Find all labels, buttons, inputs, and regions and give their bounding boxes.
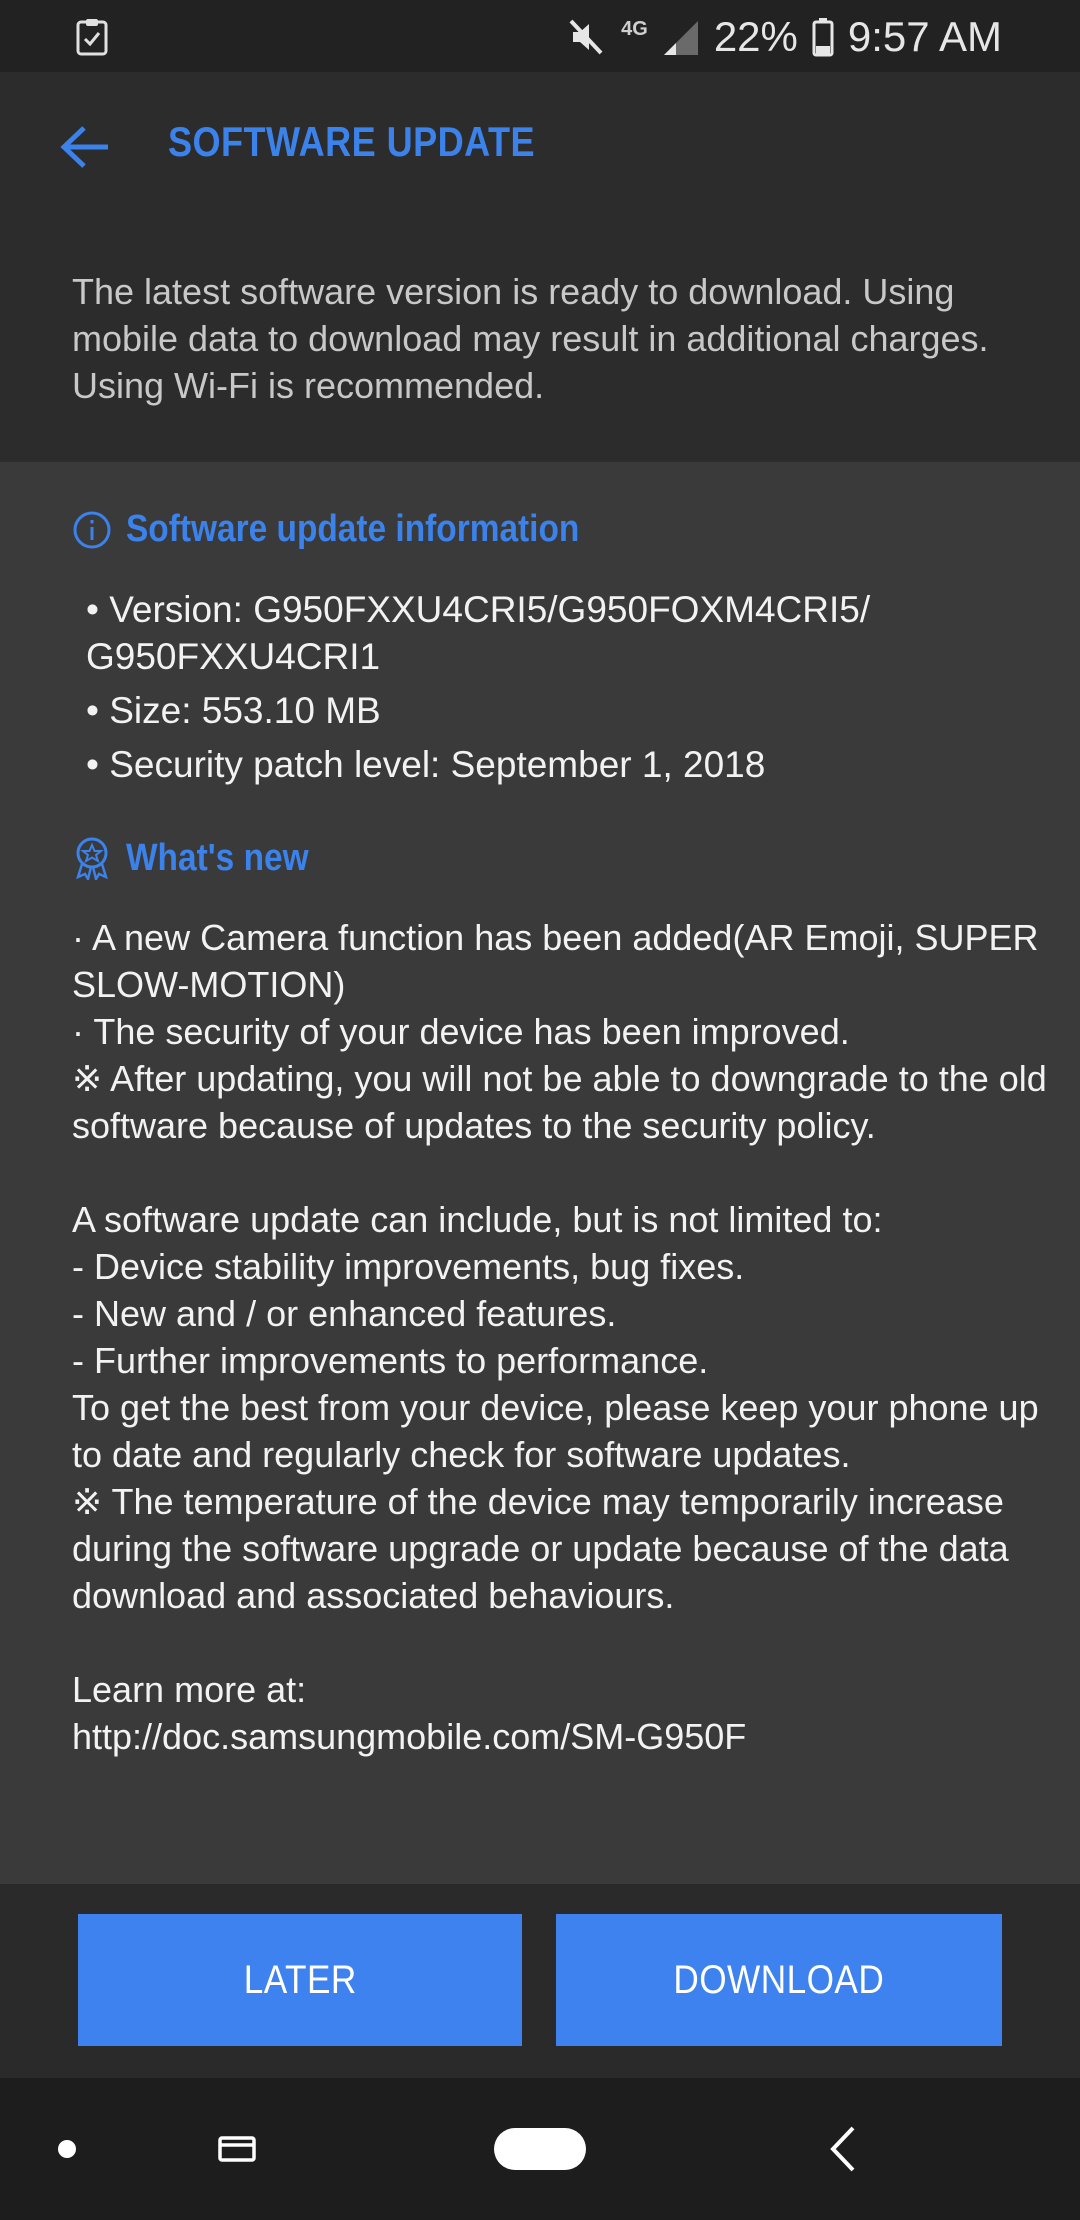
info-section-label: Software update information	[126, 508, 580, 550]
action-bar: LATER DOWNLOAD	[0, 1884, 1080, 2078]
download-button[interactable]: DOWNLOAD	[556, 1914, 1002, 2046]
back-button[interactable]	[50, 112, 120, 182]
award-badge-icon	[76, 837, 108, 880]
status-icons: 4G 22% 9:57 AM	[567, 10, 1002, 64]
clock: 9:57 AM	[847, 13, 1002, 60]
status-bar: 4G 22% 9:57 AM	[0, 0, 1080, 72]
later-button[interactable]: LATER	[78, 1914, 522, 2046]
info-list: • Version: G950FXXU4CRI5/G950FOXM4CRI5/ …	[86, 586, 1046, 795]
info-size: • Size: 553.10 MB	[86, 690, 381, 731]
battery-percent: 22%	[713, 13, 798, 60]
navigation-bar	[0, 2078, 1080, 2220]
page-title: SOFTWARE UPDATE	[168, 118, 535, 165]
info-version: • Version: G950FXXU4CRI5/G950FOXM4CRI5/ …	[86, 589, 871, 677]
mute-icon	[569, 19, 603, 55]
software-update-screen: 4G 22% 9:57 AM SOFTWARE UPDATE The lates…	[0, 0, 1080, 2220]
nav-hide-keys-dot[interactable]	[58, 2140, 76, 2158]
update-details[interactable]: Software update information • Version: G…	[0, 462, 1080, 1884]
download-label: DOWNLOAD	[673, 1957, 885, 2002]
back-nav-icon[interactable]	[828, 2124, 858, 2174]
home-button[interactable]	[494, 2128, 586, 2170]
info-icon	[73, 511, 111, 548]
info-section-title: Software update information	[72, 508, 641, 551]
recent-apps-icon[interactable]	[218, 2136, 256, 2162]
info-security-patch: • Security patch level: September 1, 201…	[86, 744, 766, 785]
intro-text: The latest software version is ready to …	[72, 271, 989, 406]
whats-new-title: What's new	[72, 836, 334, 880]
signal-icon	[663, 21, 698, 55]
network-type-label: 4G	[621, 18, 648, 40]
header: SOFTWARE UPDATE The latest software vers…	[0, 72, 1080, 462]
arrow-left-icon	[60, 126, 108, 168]
clipboard-check-icon	[76, 19, 108, 56]
battery-icon	[812, 18, 834, 57]
whats-new-body: · A new Camera function has been added(A…	[72, 917, 1047, 1757]
whats-new-label: What's new	[126, 836, 309, 879]
later-label: LATER	[243, 1957, 357, 2002]
